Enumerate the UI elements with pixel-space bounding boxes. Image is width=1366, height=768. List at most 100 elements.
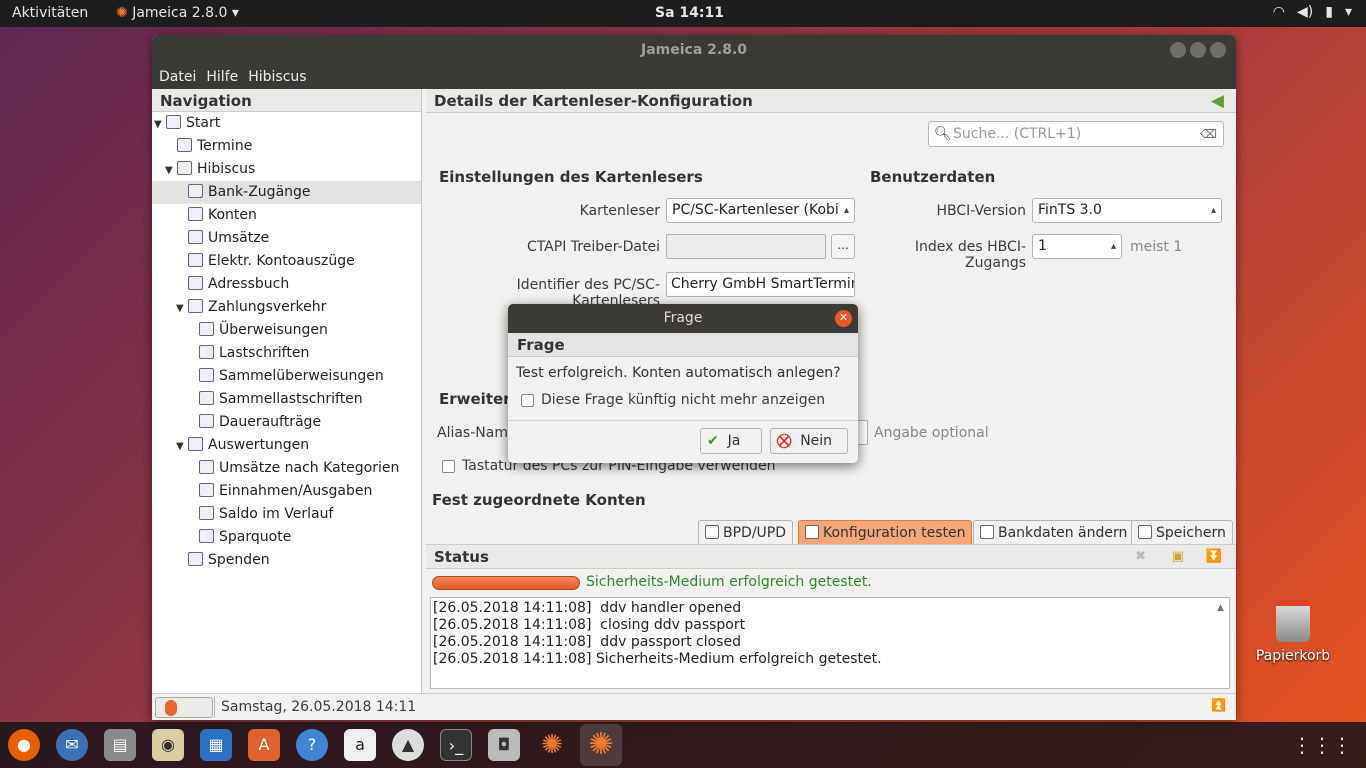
clock[interactable]: Sa 14:11 — [655, 5, 724, 21]
expander-arrow-icon[interactable]: ▼ — [165, 159, 177, 182]
nav-item-label: Sammellastschriften — [219, 391, 363, 407]
menu-datei[interactable]: Datei — [159, 65, 202, 89]
nav-item[interactable]: Elektr. Kontoauszüge — [176, 250, 355, 273]
log-line: [26.05.2018 14:11:08] Sicherheits-Medium… — [433, 651, 882, 667]
no-button[interactable]: ⛒ Nein — [770, 428, 848, 454]
reader-select[interactable]: PC/SC-Kartenleser (Kobi ▴ — [666, 198, 855, 223]
nav-item[interactable]: ▼ Auswertungen — [176, 434, 309, 457]
nav-item[interactable]: Lastschriften — [187, 342, 309, 365]
save-button[interactable]: Speichern — [1131, 520, 1233, 546]
firefox-icon[interactable]: ● — [8, 729, 40, 761]
terminal-icon[interactable]: ›_ — [440, 729, 472, 761]
nav-item[interactable]: ▼ Zahlungsverkehr — [176, 296, 326, 319]
ctapi-field[interactable] — [666, 234, 826, 259]
menu-hibiscus[interactable]: Hibiscus — [248, 65, 312, 89]
update-icon[interactable]: ▲ — [392, 729, 424, 761]
amazon-icon[interactable]: a — [344, 729, 376, 761]
clear-icon[interactable]: ⌫ — [1200, 122, 1217, 146]
dialog-titlebar[interactable]: Frage ✕ — [508, 304, 858, 333]
software-center-icon[interactable]: A — [248, 729, 280, 761]
index-value: 1 — [1038, 238, 1047, 254]
nav-item[interactable]: ▼ Start — [154, 112, 220, 135]
nav-item[interactable]: Spenden — [176, 549, 270, 572]
minimize-icon[interactable] — [1170, 42, 1186, 58]
spinner-arrows-icon: ▴ — [1210, 205, 1216, 216]
camera-icon[interactable]: ◘ — [488, 729, 520, 761]
files-icon[interactable]: ▤ — [104, 729, 136, 761]
show-apps-icon[interactable]: ⋮⋮⋮ — [1292, 733, 1352, 757]
menu-bar: Datei Hilfe Hibiscus — [152, 65, 1236, 89]
jameica-icon[interactable]: ✺ — [536, 729, 568, 761]
nav-item-label: Adressbuch — [208, 276, 290, 292]
system-tray[interactable]: ◠ ◀) ▮ ▾ — [1273, 4, 1352, 20]
jameica-active-icon[interactable]: ✺ — [580, 724, 622, 766]
nav-item[interactable]: Daueraufträge — [187, 411, 321, 434]
lock-icon[interactable]: ▣ — [1172, 549, 1184, 564]
log-area[interactable]: [26.05.2018 14:11:08] ddv handler opened… — [430, 597, 1230, 689]
nav-item-label: Spenden — [208, 552, 270, 568]
expander-arrow-icon[interactable]: ▼ — [154, 113, 166, 136]
dont-ask-checkbox[interactable] — [521, 394, 534, 407]
window-controls — [1170, 42, 1226, 58]
app-menu[interactable]: ✺ Jameica 2.8.0 ▾ — [116, 5, 239, 21]
hbci-version-select[interactable]: FinTS 3.0 ▴ — [1032, 198, 1222, 223]
log-scrollbar[interactable]: ▲ — [1217, 600, 1227, 686]
nav-item-label: Termine — [197, 138, 253, 154]
expander-arrow-icon[interactable]: ▼ — [176, 297, 188, 320]
status-header: Status ✖ ▣ ⏬ — [426, 545, 1236, 569]
nav-item[interactable]: ▼ Hibiscus — [165, 158, 255, 181]
bpd-upd-button[interactable]: BPD/UPD — [698, 520, 794, 546]
expand-up-icon[interactable]: ⏫ — [1211, 698, 1226, 712]
checkmark-icon: ✔ — [707, 433, 719, 449]
nav-item[interactable]: Überweisungen — [187, 319, 328, 342]
yes-button[interactable]: ✔ Ja — [700, 428, 762, 454]
balance-chart-icon — [199, 506, 214, 520]
folder-icon — [188, 299, 203, 313]
nav-item[interactable]: Saldo im Verlauf — [187, 503, 333, 526]
menu-hilfe[interactable]: Hilfe — [206, 65, 244, 89]
stepper-arrows-icon[interactable]: ▴ — [1111, 235, 1116, 258]
bank-access-icon — [188, 184, 203, 198]
document-icon — [705, 525, 719, 539]
nav-item[interactable]: Adressbuch — [176, 273, 289, 296]
maximize-icon[interactable] — [1190, 42, 1206, 58]
collective-transfer-icon — [199, 368, 214, 382]
close-icon[interactable] — [1210, 42, 1226, 58]
trash-desktop-item[interactable]: Papierkorb — [1255, 600, 1331, 664]
index-stepper[interactable]: 1 ▴ — [1032, 234, 1122, 259]
nav-item[interactable]: Einnahmen/Ausgaben — [187, 480, 372, 503]
writer-icon[interactable]: ▦ — [200, 729, 232, 761]
pie-chart-icon — [199, 460, 214, 474]
test-config-button[interactable]: Konfiguration testen — [798, 520, 973, 546]
nav-item[interactable]: Sammelüberweisungen — [187, 365, 384, 388]
nav-item[interactable]: Termine — [165, 135, 252, 158]
window-titlebar[interactable]: Jameica 2.8.0 — [152, 35, 1236, 65]
expander-arrow-icon[interactable]: ▼ — [176, 435, 188, 458]
thunderbird-icon[interactable]: ✉ — [56, 729, 88, 761]
back-arrow-icon[interactable]: ◀ — [1211, 91, 1224, 111]
cancel-icon[interactable]: ✖ — [1135, 549, 1146, 564]
nav-item[interactable]: Sammellastschriften — [187, 388, 363, 411]
nav-item-label: Bank-Zugänge — [208, 184, 311, 200]
collapse-icon[interactable]: ⏬ — [1206, 549, 1222, 564]
index-hint: meist 1 — [1130, 239, 1183, 255]
activities-button[interactable]: Aktivitäten — [12, 5, 88, 21]
collective-debit-icon — [199, 391, 214, 405]
dialog-close-icon[interactable]: ✕ — [835, 310, 852, 327]
activity-indicator[interactable] — [155, 697, 213, 718]
rhythmbox-icon[interactable]: ◉ — [152, 729, 184, 761]
nav-item[interactable]: Umsätze — [176, 227, 269, 250]
transfer-icon — [199, 322, 214, 336]
browse-button[interactable]: ... — [831, 234, 855, 259]
help-icon[interactable]: ? — [296, 729, 328, 761]
nav-item[interactable]: Bank-Zugänge — [152, 181, 421, 204]
identifier-field[interactable]: Cherry GmbH SmartTermina — [666, 272, 855, 297]
nav-item[interactable]: Umsätze nach Kategorien — [187, 457, 399, 480]
search-input[interactable]: 🔍︎ Suche... (CTRL+1) ⌫ — [928, 121, 1224, 147]
keyboard-pin-checkbox[interactable] — [442, 460, 455, 473]
navigation-title: Navigation — [152, 89, 421, 112]
nav-item[interactable]: Sparquote — [187, 526, 291, 549]
nav-item[interactable]: Konten — [176, 204, 257, 227]
change-bankdata-button[interactable]: Bankdaten ändern — [973, 520, 1135, 546]
progress-bar — [432, 576, 580, 590]
